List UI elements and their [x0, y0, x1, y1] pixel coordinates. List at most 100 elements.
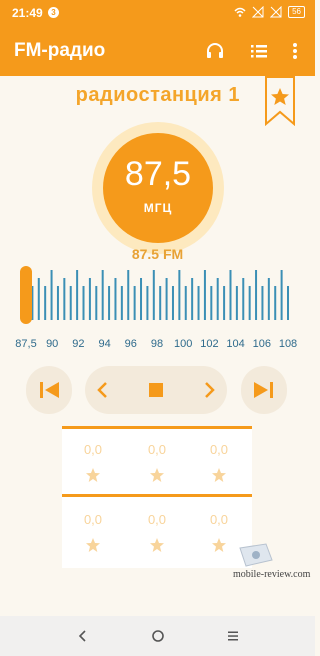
preset-slot[interactable]: 0,0: [62, 512, 124, 553]
status-icons: 56: [234, 6, 305, 18]
list-icon[interactable]: [248, 40, 270, 62]
tuner-tick: [159, 286, 162, 320]
wifi-icon: [234, 7, 246, 17]
notification-badge: 3: [48, 7, 59, 18]
tuner-tick: [229, 270, 232, 320]
tuner-tick-label: 94: [98, 338, 111, 350]
tuner-tick: [140, 278, 143, 320]
tuner-tick: [82, 286, 85, 320]
prev-station-icon: [40, 382, 59, 398]
tuner-tick-label: 90: [46, 338, 59, 350]
app-title: FM-радио: [14, 40, 106, 61]
preset-value: 0,0: [147, 442, 167, 457]
star-icon: [86, 468, 100, 482]
tuner-tick: [56, 286, 59, 320]
tuner-tick: [261, 286, 264, 320]
tuner-tick: [210, 286, 213, 320]
tuner-tick: [197, 286, 200, 320]
tuner-tick-label: 100: [174, 338, 193, 350]
next-station-button[interactable]: [241, 366, 287, 414]
tuner-tick: [127, 270, 130, 320]
battery-indicator: 56: [288, 6, 305, 18]
playback-controls: [0, 366, 315, 414]
more-icon[interactable]: [284, 40, 306, 62]
tuner-tick: [108, 286, 111, 320]
tuner-tick-label: 106: [252, 338, 271, 350]
back-icon[interactable]: [76, 629, 90, 643]
seek-controls: [85, 366, 227, 414]
home-icon[interactable]: [151, 629, 165, 643]
preset-divider: [62, 494, 252, 497]
tuner-tick: [171, 286, 174, 320]
preset-divider: [62, 426, 252, 429]
signal-off-icon: [252, 6, 264, 18]
preset-slot[interactable]: 0,0: [126, 442, 188, 483]
tuner-tick-label: 108: [278, 338, 298, 350]
tuner-tick: [191, 278, 194, 320]
prev-station-button[interactable]: [26, 366, 72, 414]
tuner-scale[interactable]: [0, 260, 315, 330]
star-icon: [86, 538, 100, 552]
tuner-tick: [235, 286, 238, 320]
dial-unit: МГЦ: [143, 201, 173, 215]
dial-frequency: 87,5: [124, 155, 192, 193]
preset-slot[interactable]: 0,0: [188, 442, 250, 483]
tuner-tick: [50, 270, 53, 320]
tuner-tick: [184, 286, 187, 320]
tuner-tick: [37, 278, 40, 320]
status-bar: 21:49 3 56: [0, 0, 315, 26]
preset-value: 0,0: [83, 512, 103, 527]
tuner-tick: [101, 270, 104, 320]
tuner-tick: [274, 286, 277, 320]
preset-slot[interactable]: 0,0: [62, 442, 124, 483]
stop-icon[interactable]: [147, 366, 165, 414]
tuner-tick: [280, 270, 283, 320]
tuner-tick: [120, 286, 123, 320]
tuner-tick-label: 87,5: [15, 338, 37, 350]
preset-slot[interactable]: 0,0: [126, 512, 188, 553]
tuner-tick: [287, 286, 289, 320]
preset-value: 0,0: [83, 442, 103, 457]
preset-value: 0,0: [209, 512, 229, 527]
tuner-tick: [95, 286, 98, 320]
tuner-tick-label: 92: [72, 338, 85, 350]
tuner-tick-label: 104: [226, 338, 245, 350]
tuner-tick: [178, 270, 181, 320]
tuner-tick: [133, 286, 136, 320]
tuner-tick-labels: 87,5 90 92 94 96 98 100 102 104 106 108: [0, 338, 315, 354]
star-icon: [150, 538, 164, 552]
watermark-text: mobile-review.com: [233, 569, 311, 580]
star-icon: [212, 468, 226, 482]
tuner-tick: [69, 286, 72, 320]
tuner-tick: [76, 270, 79, 320]
preset-grid: 0,0 0,0 0,0 0,0 0,0 0,0: [62, 426, 252, 568]
watermark-logo: [239, 543, 273, 567]
next-station-icon: [254, 382, 273, 398]
tuner-tick: [63, 278, 66, 320]
tuner-tick: [114, 278, 117, 320]
tuner-tick-label: 96: [124, 338, 137, 350]
tuner-tick: [223, 286, 226, 320]
preset-value: 0,0: [147, 512, 167, 527]
tuner-tick: [88, 278, 91, 320]
tuner-tick: [165, 278, 168, 320]
recent-apps-icon[interactable]: [226, 629, 240, 643]
status-time: 21:49: [12, 6, 43, 20]
tuner-tick: [248, 286, 251, 320]
tuner-tick: [216, 278, 219, 320]
tuner-tick: [152, 270, 155, 320]
star-icon: [212, 538, 226, 552]
bookmark-star-icon[interactable]: [264, 76, 296, 126]
signal-off-icon: [270, 6, 282, 18]
seek-back-icon[interactable]: [89, 366, 117, 414]
station-name: радиостанция 1: [75, 84, 240, 106]
tuner-tick: [255, 270, 258, 320]
tuner-tick: [242, 278, 245, 320]
tuner-tick: [44, 286, 47, 320]
tuner-tick: [146, 286, 149, 320]
app-bar: FM-радио: [0, 26, 315, 76]
tuner-tick-label: 98: [150, 338, 164, 350]
tuner-knob[interactable]: [20, 266, 32, 324]
seek-forward-icon[interactable]: [195, 366, 223, 414]
headphones-icon[interactable]: [204, 40, 226, 62]
